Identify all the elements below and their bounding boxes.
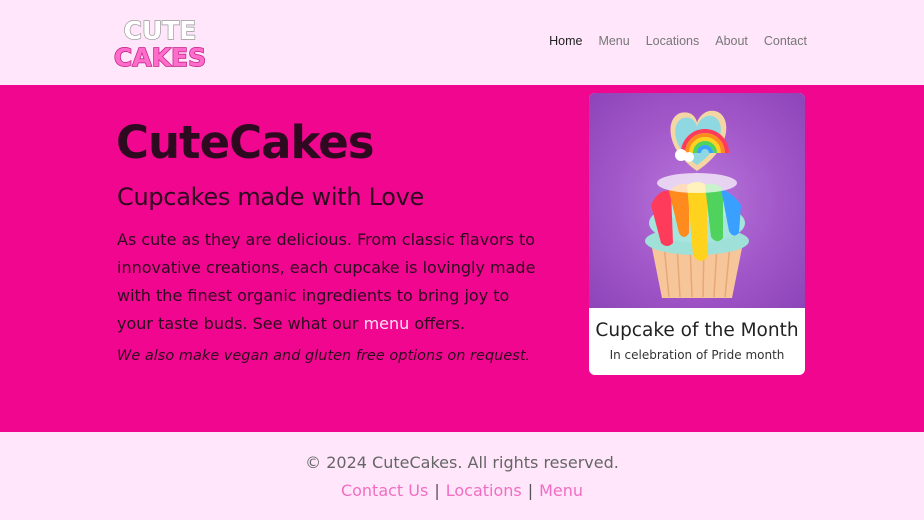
card-title: Cupcake of the Month xyxy=(595,320,799,341)
dietary-note: We also make vegan and gluten free optio… xyxy=(117,348,531,364)
cupcake-illustration xyxy=(645,110,749,298)
cupcake-of-month-card: Cupcake of the Month In celebration of P… xyxy=(589,93,805,375)
card-subtitle: In celebration of Pride month xyxy=(609,348,785,362)
footer-link-locations[interactable]: Locations xyxy=(446,481,522,500)
hero-section: CuteCakes Cupcakes made with Love As cut… xyxy=(0,85,924,432)
svg-text:CUTE: CUTE xyxy=(124,16,197,45)
svg-text:CAKES: CAKES xyxy=(114,43,206,72)
nav-menu[interactable]: Menu xyxy=(598,33,629,49)
copyright-text: © 2024 CuteCakes. All rights reserved. xyxy=(305,453,619,472)
hero-subtitle: Cupcakes made with Love xyxy=(117,183,425,211)
site-header: CUTE CAKES Home Menu Locations About Con… xyxy=(0,0,924,85)
footer-separator: | xyxy=(434,481,440,500)
footer-separator: | xyxy=(527,481,534,500)
footer-link-contact[interactable]: Contact Us xyxy=(341,481,428,500)
hero-description-end: offers. xyxy=(409,314,466,333)
site-footer: © 2024 CuteCakes. All rights reserved. C… xyxy=(0,432,924,520)
hero-description: As cute as they are delicious. From clas… xyxy=(117,226,537,338)
footer-links: Contact Us | Locations | Menu xyxy=(0,480,924,502)
nav-about[interactable]: About xyxy=(715,33,748,49)
main-nav: Home Menu Locations About Contact xyxy=(533,33,807,49)
hero-title: CuteCakes xyxy=(116,116,375,169)
menu-link[interactable]: menu xyxy=(364,314,410,333)
footer-link-menu[interactable]: Menu xyxy=(539,481,583,500)
hero-description-text: As cute as they are delicious. From clas… xyxy=(117,230,536,333)
nav-contact[interactable]: Contact xyxy=(764,33,807,49)
nav-locations[interactable]: Locations xyxy=(646,33,700,49)
cupcake-image xyxy=(589,93,805,308)
cutecakes-logo[interactable]: CUTE CAKES xyxy=(112,14,208,72)
nav-home[interactable]: Home xyxy=(549,33,582,49)
